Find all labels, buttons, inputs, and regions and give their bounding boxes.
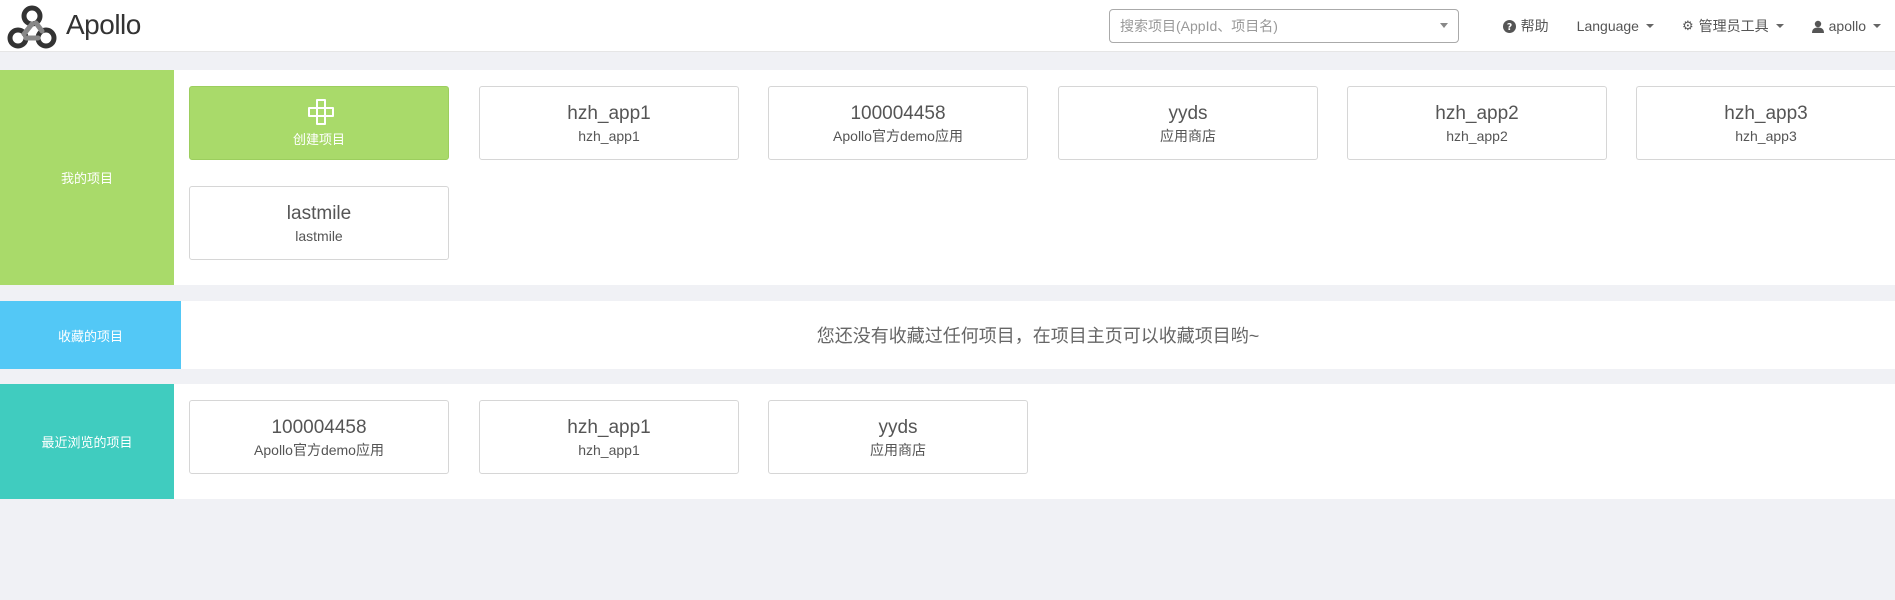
project-name: hzh_app1	[578, 127, 640, 144]
project-name: 应用商店	[870, 441, 926, 458]
caret-down-icon	[1775, 24, 1784, 28]
project-name: hzh_app3	[1735, 127, 1797, 144]
project-card[interactable]: lastmile lastmile	[189, 186, 449, 260]
project-appid: hzh_app3	[1724, 102, 1808, 124]
create-project-button[interactable]: 创建项目	[189, 86, 449, 160]
search-placeholder: 搜索项目(AppId、项目名)	[1120, 18, 1278, 34]
project-search-select[interactable]: 搜索项目(AppId、项目名)	[1109, 9, 1459, 43]
plus-icon	[308, 98, 334, 125]
project-name: hzh_app2	[1446, 127, 1508, 144]
favorites-label: 收藏的项目	[0, 301, 181, 369]
admin-tools-label: 管理员工具	[1698, 18, 1769, 34]
svg-text:?: ?	[1506, 22, 1511, 33]
my-projects-section: 我的项目 创建项目 hzh_app1 hzh_app1 100004458 Ap…	[0, 70, 1895, 285]
project-appid: 100004458	[850, 102, 946, 124]
create-project-label: 创建项目	[292, 131, 345, 147]
project-appid: hzh_app1	[567, 416, 651, 438]
project-card[interactable]: 100004458 Apollo官方demo应用	[768, 86, 1028, 160]
recent-projects-section: 最近浏览的项目 100004458 Apollo官方demo应用 hzh_app…	[0, 384, 1895, 499]
help-link[interactable]: ? 帮助	[1489, 0, 1563, 52]
caret-down-icon	[1873, 24, 1881, 28]
user-label: apollo	[1828, 18, 1866, 34]
project-appid: yyds	[1168, 102, 1208, 124]
project-card[interactable]: yyds 应用商店	[768, 400, 1028, 474]
language-dropdown[interactable]: Language	[1563, 0, 1668, 52]
project-name: 应用商店	[1160, 127, 1216, 144]
brand[interactable]: Apollo	[6, 2, 141, 50]
user-icon	[1811, 20, 1824, 33]
admin-tools-dropdown[interactable]: ⚙ 管理员工具	[1668, 0, 1798, 52]
help-label: 帮助	[1520, 18, 1549, 34]
favorites-empty-message: 您还没有收藏过任何项目，在项目主页可以收藏项目哟~	[816, 326, 1260, 346]
caret-down-icon	[1645, 24, 1654, 28]
project-name: Apollo官方demo应用	[254, 441, 384, 458]
project-appid: hzh_app1	[567, 102, 651, 124]
nav-right: ? 帮助 Language ⚙ 管理员工具 apollo	[1489, 0, 1895, 52]
project-name: Apollo官方demo应用	[833, 127, 963, 144]
project-card[interactable]: hzh_app1 hzh_app1	[479, 400, 739, 474]
project-appid: hzh_app2	[1435, 102, 1519, 124]
recent-projects-label: 最近浏览的项目	[0, 384, 174, 499]
project-card[interactable]: hzh_app3 hzh_app3	[1636, 86, 1895, 160]
project-name: lastmile	[295, 227, 343, 244]
brand-name: Apollo	[66, 9, 141, 40]
project-card[interactable]: hzh_app2 hzh_app2	[1347, 86, 1607, 160]
chevron-down-icon	[1440, 22, 1448, 28]
project-appid: lastmile	[286, 202, 352, 224]
project-appid: 100004458	[271, 416, 367, 438]
favorites-section: 收藏的项目 您还没有收藏过任何项目，在项目主页可以收藏项目哟~	[0, 301, 1895, 369]
language-label: Language	[1576, 18, 1639, 34]
project-card[interactable]: yyds 应用商店	[1058, 86, 1318, 160]
project-appid: yyds	[878, 416, 918, 438]
my-projects-label: 我的项目	[0, 70, 174, 285]
project-card[interactable]: 100004458 Apollo官方demo应用	[189, 400, 449, 474]
top-navbar: Apollo 搜索项目(AppId、项目名) ? 帮助 Language ⚙ 管…	[0, 0, 1895, 52]
project-card[interactable]: hzh_app1 hzh_app1	[479, 86, 739, 160]
gear-icon: ⚙	[1681, 18, 1694, 33]
project-name: hzh_app1	[578, 441, 640, 458]
apollo-logo-icon	[7, 5, 57, 49]
question-circle-icon: ?	[1502, 19, 1516, 33]
user-dropdown[interactable]: apollo	[1798, 0, 1895, 52]
